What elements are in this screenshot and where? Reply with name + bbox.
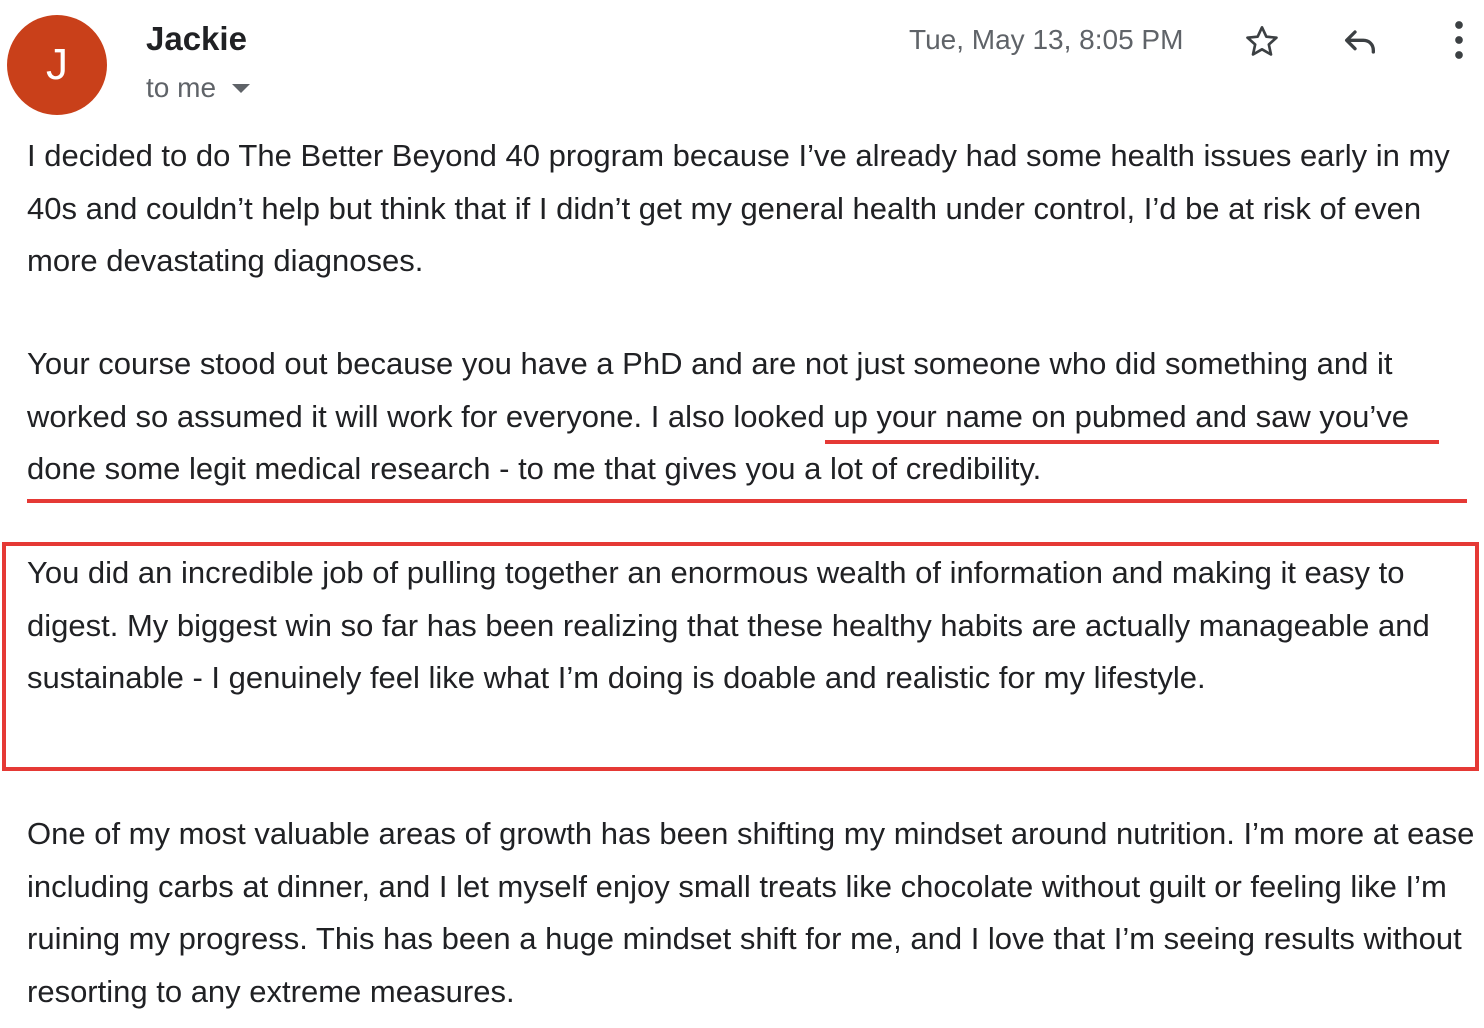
timestamp: Tue, May 13, 8:05 PM <box>909 24 1184 55</box>
red-underline <box>27 499 1467 503</box>
red-underline <box>825 440 1439 444</box>
message-paragraph: Your course stood out because you have a… <box>27 338 1477 496</box>
recipient-details-toggle[interactable]: to me <box>146 72 251 104</box>
chevron-down-icon[interactable] <box>232 83 251 93</box>
more-options-button[interactable] <box>1437 18 1481 62</box>
message-paragraph: I decided to do The Better Beyond 40 pro… <box>27 138 1450 278</box>
sender-name[interactable]: Jackie <box>146 20 247 58</box>
recipient-label: to me <box>146 72 217 103</box>
star-icon <box>1246 26 1278 56</box>
red-highlight-box <box>2 542 1479 771</box>
more-vert-icon <box>1455 21 1463 59</box>
avatar[interactable]: J <box>7 15 107 115</box>
reply-button[interactable] <box>1338 20 1382 64</box>
reply-icon <box>1345 30 1375 54</box>
message-paragraph: One of my most valuable areas of growth … <box>27 816 1475 1009</box>
star-button[interactable] <box>1240 20 1284 64</box>
